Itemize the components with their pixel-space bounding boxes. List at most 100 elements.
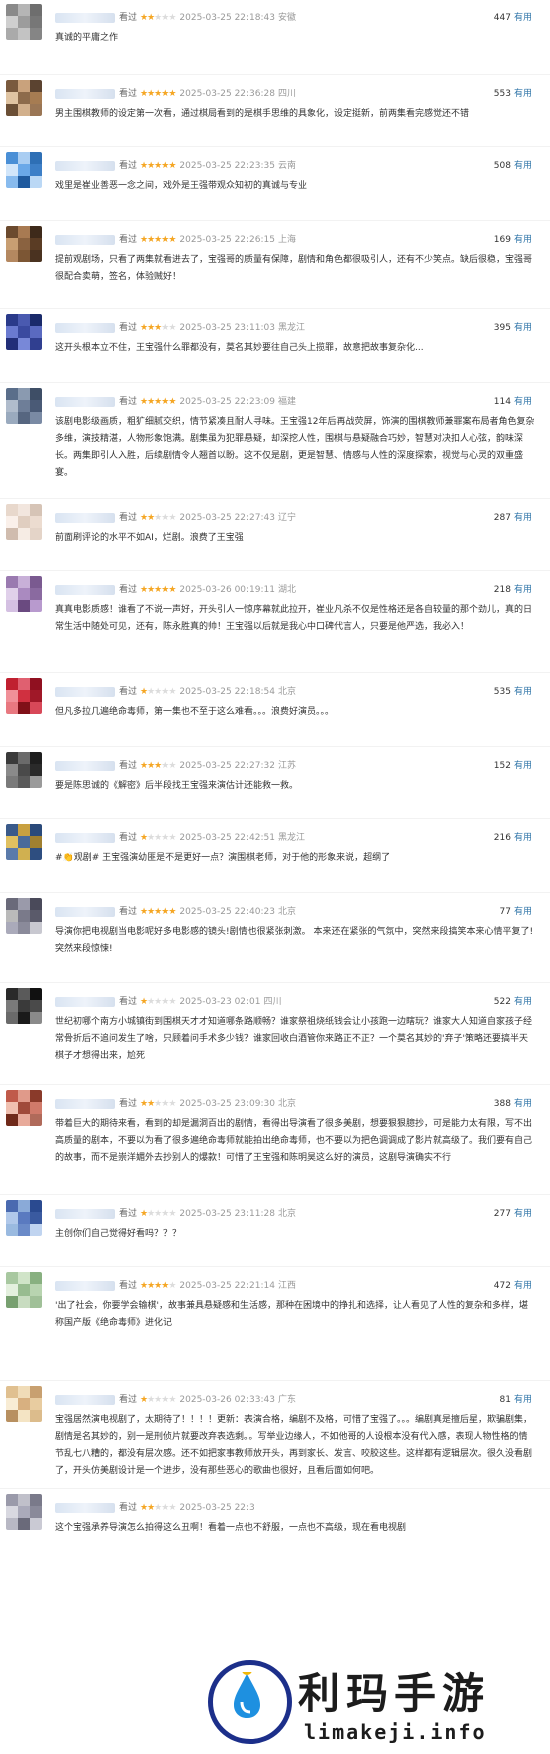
avatar[interactable]	[6, 226, 42, 262]
username-link[interactable]	[55, 760, 115, 771]
useful-votes: 395 有用	[494, 320, 532, 333]
divider	[0, 570, 550, 571]
divider	[0, 672, 550, 673]
avatar[interactable]	[6, 314, 42, 350]
username-link[interactable]	[55, 160, 115, 171]
useful-votes: 218 有用	[494, 582, 532, 595]
useful-votes: 287 有用	[494, 510, 532, 523]
comment-text: 主创你们自己觉得好看吗？？？	[55, 1229, 182, 1239]
username-link[interactable]	[55, 1208, 115, 1219]
divider	[0, 74, 550, 75]
vote-count: 152	[493, 761, 511, 771]
comment-item: 看过 ★★★★★ 2025-03-25 22:26:15 上海 169 有用 提前观剧场，只…	[0, 226, 550, 296]
comment-item: 看过 ★★★★★ 2025-03-25 22:23:35 云南 508 有用 戏里是崔业善恶…	[0, 152, 550, 222]
useful-votes: 77 有用	[500, 904, 532, 917]
comment-item: 看过 ★★★★★ 2025-03-26 00:19:11 湖北 218 有用 真真电影质感！…	[0, 576, 550, 646]
comment-item: 看过 ★★★★★ 2025-03-25 22:18:43 安徽 447 有用 真诚的平庸之作	[0, 4, 550, 74]
comment-item: 看过 ★★★★★ 2025-03-25 23:11:28 北京 277 有用 主创你们自己觉…	[0, 1200, 550, 1270]
useful-button[interactable]: 有用	[514, 397, 532, 407]
useful-votes: 277 有用	[494, 1206, 532, 1219]
comment-text: 真真电影质感！谁看了不说一声好，开头引人一惊序幕就此拉开，崔业凡杀不仅是性格还是…	[55, 605, 533, 632]
avatar[interactable]	[6, 152, 42, 188]
username-link[interactable]	[55, 396, 115, 407]
avatar[interactable]	[6, 898, 42, 934]
username-link[interactable]	[55, 12, 115, 23]
useful-button[interactable]: 有用	[514, 235, 532, 245]
watched-label: 看过	[119, 1503, 138, 1513]
comment-time: 2025-03-25 22:23:09	[179, 397, 275, 407]
useful-button[interactable]: 有用	[514, 323, 532, 333]
avatar[interactable]	[6, 824, 42, 860]
username-link[interactable]	[55, 832, 115, 843]
comment-item: 看过 ★★★★★ 2025-03-25 22:42:51 黑龙江 216 有用 #👏观剧# …	[0, 824, 550, 894]
comment-time: 2025-03-25 22:40:23	[179, 907, 275, 917]
rating-stars-icon: ★★★★★	[140, 907, 176, 917]
avatar[interactable]	[6, 678, 42, 714]
vote-count: 472	[493, 1281, 511, 1291]
useful-button[interactable]: 有用	[514, 1395, 532, 1405]
comment-text: 带着巨大的期待来看，看到的却是漏洞百出的剧情，看得出导演看了很多美剧，想要狠狠臆…	[55, 1119, 533, 1163]
comment-time: 2025-03-25 23:11:28	[179, 1209, 275, 1219]
useful-votes: 472 有用	[494, 1278, 532, 1291]
avatar[interactable]	[6, 1200, 42, 1236]
username-link[interactable]	[55, 996, 115, 1007]
avatar[interactable]	[6, 988, 42, 1024]
username-link[interactable]	[55, 1098, 115, 1109]
useful-button[interactable]: 有用	[514, 1209, 532, 1219]
username-link[interactable]	[55, 1502, 115, 1513]
useful-votes: 388 有用	[494, 1096, 532, 1109]
avatar[interactable]	[6, 752, 42, 788]
username-link[interactable]	[55, 322, 115, 333]
rating-stars-icon: ★★★★★	[140, 513, 176, 523]
comment-time: 2025-03-23 02:01	[179, 997, 261, 1007]
useful-button[interactable]: 有用	[514, 13, 532, 23]
useful-button[interactable]: 有用	[514, 833, 532, 843]
username-link[interactable]	[55, 584, 115, 595]
divider	[0, 818, 550, 819]
username-link[interactable]	[55, 512, 115, 523]
divider	[0, 982, 550, 983]
useful-button[interactable]: 有用	[514, 687, 532, 697]
avatar[interactable]	[6, 576, 42, 612]
comment-location: 广东	[278, 1395, 297, 1405]
comment-item: 看过 ★★★★★ 2025-03-25 22:21:14 江西 472 有用 '出了社会，你…	[0, 1272, 550, 1342]
username-link[interactable]	[55, 686, 115, 697]
avatar[interactable]	[6, 1090, 42, 1126]
avatar[interactable]	[6, 80, 42, 116]
rating-stars-icon: ★★★★★	[140, 1099, 176, 1109]
watched-label: 看过	[119, 997, 138, 1007]
watched-label: 看过	[119, 161, 138, 171]
username-link[interactable]	[55, 234, 115, 245]
useful-button[interactable]: 有用	[514, 89, 532, 99]
avatar[interactable]	[6, 4, 42, 40]
useful-button[interactable]: 有用	[514, 761, 532, 771]
useful-button[interactable]: 有用	[514, 907, 532, 917]
avatar[interactable]	[6, 1272, 42, 1308]
comment-meta: 看过 ★★★★★ 2025-03-25 22:18:43 安徽	[55, 10, 296, 24]
useful-button[interactable]: 有用	[514, 1281, 532, 1291]
useful-button[interactable]: 有用	[514, 997, 532, 1007]
username-link[interactable]	[55, 88, 115, 99]
username-link[interactable]	[55, 1394, 115, 1405]
rating-stars-icon: ★★★★★	[140, 1395, 176, 1405]
avatar[interactable]	[6, 504, 42, 540]
watched-label: 看过	[119, 397, 138, 407]
avatar[interactable]	[6, 1386, 42, 1422]
useful-votes: 447 有用	[494, 10, 532, 23]
useful-button[interactable]: 有用	[514, 513, 532, 523]
avatar[interactable]	[6, 1494, 42, 1530]
comment-time: 2025-03-25 22:18:54	[179, 687, 275, 697]
comment-location: 上海	[278, 235, 297, 245]
useful-button[interactable]: 有用	[514, 161, 532, 171]
watched-label: 看过	[119, 1395, 138, 1405]
useful-button[interactable]: 有用	[514, 585, 532, 595]
username-link[interactable]	[55, 906, 115, 917]
username-link[interactable]	[55, 1280, 115, 1291]
useful-button[interactable]: 有用	[514, 1099, 532, 1109]
avatar[interactable]	[6, 388, 42, 424]
comment-time: 2025-03-25 22:23:35	[179, 161, 275, 171]
divider	[0, 498, 550, 499]
watched-label: 看过	[119, 1099, 138, 1109]
comment-meta: 看过 ★★★★★ 2025-03-25 22:27:32 江苏	[55, 758, 296, 772]
useful-votes: 152 有用	[494, 758, 532, 771]
